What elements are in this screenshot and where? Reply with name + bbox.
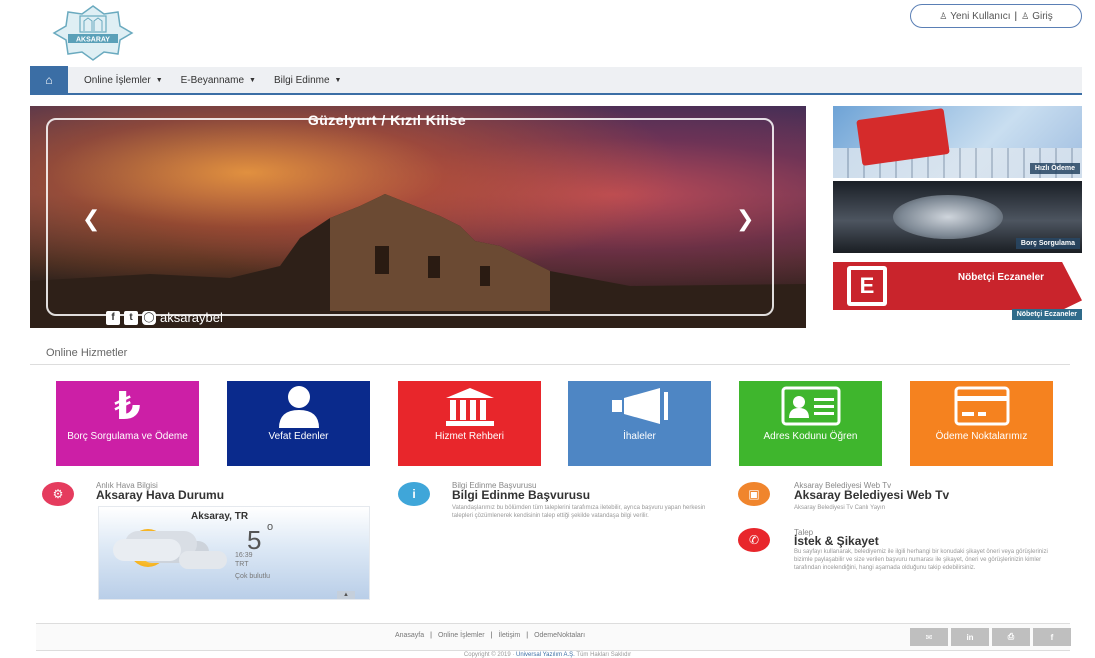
nav-item-e-beyanname[interactable]: E-Beyanname ▼ bbox=[181, 75, 256, 86]
card-label: Hızlı Ödeme bbox=[1029, 163, 1080, 174]
cloud-icon bbox=[179, 551, 227, 569]
mail-icon[interactable]: ✉ bbox=[910, 628, 948, 646]
megaphone-icon bbox=[610, 381, 670, 431]
twitter-icon[interactable]: t bbox=[124, 310, 138, 325]
slider-prev-icon[interactable]: ❮ bbox=[82, 206, 100, 232]
copyright-prefix: Copyright © 2019 · bbox=[463, 652, 515, 658]
nav-item-bilgi-edinme[interactable]: Bilgi Edinme ▼ bbox=[274, 75, 342, 86]
tile-adres-kodu[interactable]: Adres Kodunu Öğren bbox=[739, 381, 882, 466]
user-icon: ♙ bbox=[1021, 10, 1030, 21]
weather-sun-icon: ⚙ bbox=[42, 482, 74, 506]
copyright-suffix: Tüm Hakları Saklıdır bbox=[576, 652, 632, 658]
bilgi-title[interactable]: Bilgi Edinme Başvurusu bbox=[452, 488, 590, 502]
logo-text: AKSARAY bbox=[76, 37, 110, 44]
magnifier-image bbox=[893, 195, 1003, 239]
add-user-icon: ♙ bbox=[939, 10, 948, 21]
talep-title[interactable]: İstek & Şikayet bbox=[794, 534, 879, 548]
main-nav: ⌂ Online İşlemler ▼ E-Beyanname ▼ Bilgi Ed… bbox=[30, 66, 1082, 95]
footer-link-anasayfa[interactable]: Anasayfa bbox=[395, 632, 424, 639]
divider: | bbox=[490, 632, 493, 639]
hizli-odeme-card[interactable]: Hızlı Ödeme bbox=[833, 106, 1082, 178]
social-handle: f t ◯ aksaraybel bbox=[106, 310, 223, 325]
tile-label: Borç Sorgulama ve Ödeme bbox=[67, 431, 188, 442]
divider: | bbox=[430, 632, 432, 639]
tile-label: Hizmet Rehberi bbox=[435, 431, 504, 442]
tile-label: Adres Kodunu Öğren bbox=[763, 431, 858, 442]
info-icon: i bbox=[398, 482, 430, 506]
hero-slider: Güzelyurt / Kızıl Kilise ❮ ❯ f t ◯ aksar… bbox=[30, 106, 806, 328]
footer-links: Anasayfa | Online İşlemler | İletişim | OdemeN… bbox=[0, 632, 980, 639]
facebook-icon[interactable]: f bbox=[1033, 628, 1071, 646]
card-label: Nöbetçi Eczaneler bbox=[1011, 309, 1082, 320]
caret-down-icon: ▼ bbox=[334, 76, 342, 84]
weather-condition: Çok bulutlu bbox=[235, 573, 271, 580]
slider-frame bbox=[46, 118, 774, 316]
tile-borc-sorgulama[interactable]: ₺ Borç Sorgulama ve Ödeme bbox=[56, 381, 199, 466]
talep-description: Bu sayfayı kullanarak, belediyemiz ile i… bbox=[794, 549, 1048, 571]
slide-title: Güzelyurt / Kızıl Kilise bbox=[307, 112, 467, 128]
home-button[interactable]: ⌂ bbox=[30, 66, 68, 94]
bilgi-description: Vatandaşlarımız bu bölümden tüm talepler… bbox=[452, 505, 706, 519]
aksaray-logo[interactable]: AKSARAY bbox=[46, 4, 140, 62]
footer-link-odeme-noktalari[interactable]: OdemeNoktaları bbox=[534, 632, 585, 639]
tile-label: İhaleler bbox=[623, 431, 656, 442]
tile-label: Vefat Edenler bbox=[268, 431, 329, 442]
lira-icon: ₺ bbox=[114, 385, 141, 428]
copyright-brand[interactable]: Universal Yazılım A.Ş. bbox=[516, 652, 575, 658]
section-title: Online Hizmetler bbox=[46, 347, 128, 359]
weather-time: 16:39 bbox=[235, 552, 253, 559]
weather-degree: o bbox=[267, 521, 274, 533]
section-divider bbox=[30, 364, 1070, 365]
cloud-icon bbox=[113, 539, 181, 561]
print-icon[interactable]: ⎙ bbox=[992, 628, 1030, 646]
webtv-description: Aksaray Belediyesi Tv Canlı Yayın bbox=[794, 505, 886, 511]
tile-ihaleler[interactable]: İhaleler bbox=[568, 381, 711, 466]
facebook-icon[interactable]: f bbox=[106, 310, 120, 325]
nav-item-label: Bilgi Edinme bbox=[273, 74, 330, 86]
tv-icon: ▣ bbox=[738, 482, 770, 506]
pharmacy-e-icon: E bbox=[847, 266, 887, 306]
pharmacy-title: Nöbetçi Eczaneler bbox=[957, 272, 1045, 283]
tile-label: Ödeme Noktalarımız bbox=[935, 431, 1028, 442]
divider: | bbox=[1014, 10, 1018, 22]
user-actions: ♙ Yeni Kullanıcı | ♙ Giriş bbox=[910, 4, 1082, 28]
id-card-icon bbox=[781, 381, 841, 431]
nobetci-eczaneler-card[interactable]: E Nöbetçi Eczaneler Nöbetçi Eczaneler bbox=[833, 258, 1082, 320]
linkedin-icon[interactable]: in bbox=[951, 628, 989, 646]
login-link[interactable]: Giriş bbox=[1032, 11, 1053, 22]
new-user-link[interactable]: Yeni Kullanıcı bbox=[950, 11, 1010, 22]
weather-expand-button[interactable]: ▲ bbox=[337, 591, 355, 599]
nav-item-label: E-Beyanname bbox=[180, 74, 245, 86]
slider-next-icon[interactable]: ❯ bbox=[736, 206, 754, 232]
tile-hizmet-rehberi[interactable]: Hizmet Rehberi bbox=[398, 381, 541, 466]
footer-link-online-islemler[interactable]: Online İşlemler bbox=[438, 632, 485, 639]
nav-item-label: Online İşlemler bbox=[84, 74, 151, 86]
card-label: Borç Sorgulama bbox=[1015, 238, 1080, 249]
footer-link-iletisim[interactable]: İletişim bbox=[498, 632, 520, 639]
webtv-title[interactable]: Aksaray Belediyesi Web Tv bbox=[794, 488, 949, 502]
weather-meta: 16:39 TRT Çok bulutlu bbox=[235, 551, 275, 581]
credit-card-icon bbox=[954, 381, 1010, 431]
home-icon: ⌂ bbox=[45, 73, 53, 87]
tile-odeme-noktalari[interactable]: Ödeme Noktalarımız bbox=[910, 381, 1053, 466]
weather-city: Aksaray, TR bbox=[191, 511, 249, 522]
caret-down-icon: ▼ bbox=[155, 76, 163, 84]
weather-title[interactable]: Aksaray Hava Durumu bbox=[96, 488, 224, 502]
social-handle-text: aksaraybel bbox=[160, 310, 223, 325]
phone-icon: ✆ bbox=[738, 528, 770, 552]
person-icon bbox=[276, 381, 322, 431]
divider: | bbox=[526, 632, 529, 639]
building-icon bbox=[444, 381, 496, 431]
weather-tz: TRT bbox=[235, 561, 249, 568]
instagram-icon[interactable]: ◯ bbox=[142, 310, 156, 325]
borc-sorgulama-card[interactable]: Borç Sorgulama bbox=[833, 181, 1082, 253]
copyright: Copyright © 2019 · Universal Yazılım A.Ş… bbox=[0, 652, 1095, 658]
weather-widget: Aksaray, TR 5 o 16:39 TRT Çok bulutlu ▲ bbox=[98, 506, 370, 600]
tile-vefat-edenler[interactable]: Vefat Edenler bbox=[227, 381, 370, 466]
caret-down-icon: ▼ bbox=[249, 76, 256, 84]
nav-item-online-islemler[interactable]: Online İşlemler ▼ bbox=[84, 75, 163, 86]
